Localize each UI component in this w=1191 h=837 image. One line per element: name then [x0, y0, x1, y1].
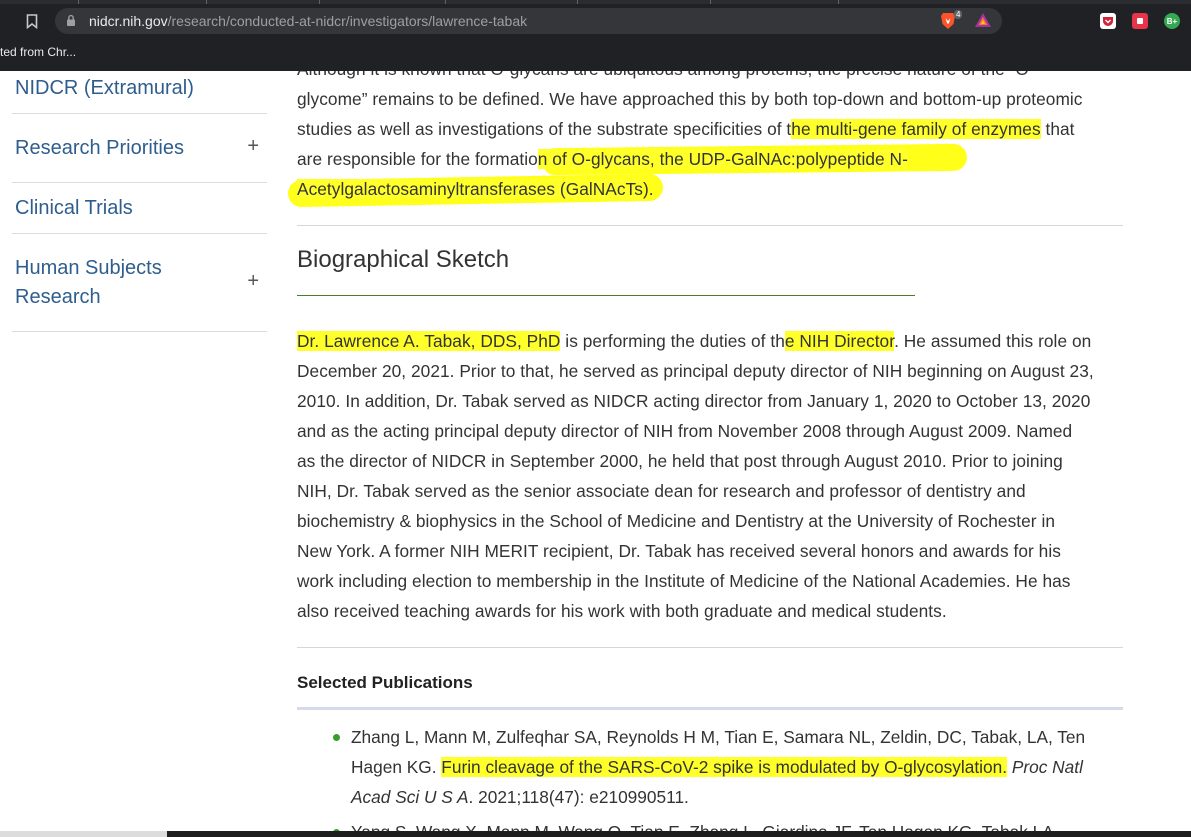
- sidebar-item-label: Research: [15, 286, 101, 308]
- text-span: . He assumed this role on: [894, 331, 1092, 351]
- biography-text: Dr. Lawrence A. Tabak, DDS, PhD is perfo…: [297, 326, 1123, 626]
- brave-rewards-icon[interactable]: [974, 12, 992, 29]
- taskbar-edge: [0, 831, 167, 837]
- tab-separator: [838, 0, 839, 4]
- highlighted-text: Dr. Lawrence A. Tabak, DDS, PhD: [297, 331, 561, 351]
- text-line: biochemistry & biophysics in the School …: [297, 511, 1055, 531]
- section-divider: [297, 647, 1123, 648]
- journal-name: Proc Natl: [1007, 757, 1083, 777]
- text-span: . 2021;118(47): e210990511.: [468, 787, 689, 807]
- text-line: 2010. In addition, Dr. Tabak served as N…: [297, 391, 1091, 411]
- selected-publications-heading: Selected Publications: [297, 673, 473, 692]
- expand-plus-icon[interactable]: +: [247, 267, 259, 296]
- sidebar-item-human-subjects-research[interactable]: Human Subjects Research +: [12, 234, 267, 332]
- text-span: is performing the duties of th: [560, 331, 785, 351]
- expand-plus-icon[interactable]: +: [247, 132, 259, 161]
- text-line: also received teaching awards for his wo…: [297, 601, 947, 621]
- heading-underline: [297, 295, 915, 296]
- sidebar-item-label: Research Priorities: [15, 137, 184, 159]
- text-line: glycome” remains to be defined. We have …: [297, 89, 1083, 109]
- list-bullet: [333, 734, 340, 741]
- text-span: studies as well as investigations of the…: [297, 119, 792, 139]
- sidebar-item-label: Human Subjects: [15, 257, 162, 279]
- biographical-sketch-heading: Biographical Sketch: [297, 246, 510, 273]
- shields-count-badge: 4: [954, 10, 963, 19]
- sidebar-item-research-priorities[interactable]: Research Priorities +: [12, 114, 267, 183]
- sidebar-item-label: NIDCR (Extramural): [15, 77, 194, 99]
- text-span: Hagen KG.: [351, 757, 442, 777]
- section-divider: [297, 225, 1123, 226]
- highlighted-text: Acetylgalactosaminyltransferases (GalNAc…: [297, 179, 643, 199]
- extension-pocket-icon[interactable]: [1100, 13, 1116, 29]
- highlighted-text: he multi-gene family of enzymes: [791, 119, 1041, 139]
- url-text[interactable]: nidcr.nih.gov/research/conducted-at-nidc…: [89, 13, 527, 29]
- taskbar-edge: [0, 831, 1191, 837]
- text-line: New York. A former NIH MERIT recipient, …: [297, 541, 1061, 561]
- tab-separator: [710, 0, 711, 4]
- url-host: nidcr.nih.gov: [89, 13, 168, 29]
- text-line: are responsible for the formation of O-g…: [297, 144, 1123, 174]
- text-span: ).: [642, 179, 654, 199]
- sidebar-item-clinical-trials[interactable]: Clinical Trials: [12, 183, 267, 234]
- publications-rule: [297, 707, 1123, 710]
- text-line: Acetylgalactosaminyltransferases (GalNAc…: [297, 174, 1123, 204]
- highlighted-text: n of O-glycans, the UDP-GalNAc:polypepti…: [537, 149, 908, 169]
- publication-item: Zhang L, Mann M, Zulfeqhar SA, Reynolds …: [333, 722, 1123, 812]
- lock-icon[interactable]: [66, 14, 76, 27]
- tab-separator: [319, 0, 320, 4]
- extension-b-plus-label: B+: [1166, 16, 1178, 26]
- text-line: work including election to membership in…: [297, 571, 1071, 591]
- text-line: Acad Sci U S A. 2021;118(47): e210990511…: [351, 782, 1123, 812]
- tab-separator: [577, 0, 578, 4]
- tab-strip: [0, 0, 1191, 4]
- research-description: Although it is known that O-glycans are …: [297, 71, 1123, 204]
- extension-b-plus-icon[interactable]: B+: [1164, 13, 1180, 29]
- extension-shield-icon[interactable]: [1132, 13, 1148, 29]
- journal-name: Acad Sci U S A: [351, 787, 469, 807]
- text-span: that: [1040, 119, 1075, 139]
- bookmark-star-button[interactable]: [22, 11, 42, 31]
- tab-separator: [445, 0, 446, 4]
- sidebar-item-label: Clinical Trials: [15, 197, 133, 219]
- text-line: December 20, 2021. Prior to that, he ser…: [297, 361, 1094, 381]
- text-span: are responsible for the formatio: [297, 149, 538, 169]
- tab-separator: [206, 0, 207, 4]
- text-line: as the director of NIDCR in September 20…: [297, 451, 1063, 471]
- bookmark-item[interactable]: ted from Chr...: [0, 45, 76, 59]
- text-line: studies as well as investigations of the…: [297, 114, 1123, 144]
- highlighted-text: Furin cleavage of the SARS-CoV-2 spike i…: [441, 757, 1008, 777]
- sidebar-item-nidcr-extramural[interactable]: NIDCR (Extramural): [12, 71, 267, 114]
- web-page: NIDCR (Extramural) Research Priorities +…: [0, 71, 1191, 837]
- text-line: Although it is known that O-glycans are …: [297, 71, 1123, 84]
- text-line: Dr. Lawrence A. Tabak, DDS, PhD is perfo…: [297, 326, 1123, 356]
- text-line: NIH, Dr. Tabak served as the senior asso…: [297, 481, 1026, 501]
- text-line: and as the acting principal deputy direc…: [297, 421, 1073, 441]
- url-path: /research/conducted-at-nidcr/investigato…: [167, 13, 528, 29]
- highlighted-text: e NIH Director: [784, 331, 895, 351]
- text-line: Zhang L, Mann M, Zulfeqhar SA, Reynolds …: [351, 727, 1086, 747]
- tab-separator: [78, 0, 79, 4]
- sidebar-nav: NIDCR (Extramural) Research Priorities +…: [12, 71, 267, 332]
- bookmark-icon: [26, 13, 38, 29]
- text-line: Hagen KG. Furin cleavage of the SARS-CoV…: [351, 752, 1123, 782]
- address-bar[interactable]: nidcr.nih.gov/research/conducted-at-nidc…: [55, 8, 1002, 34]
- browser-chrome: nidcr.nih.gov/research/conducted-at-nidc…: [0, 0, 1191, 71]
